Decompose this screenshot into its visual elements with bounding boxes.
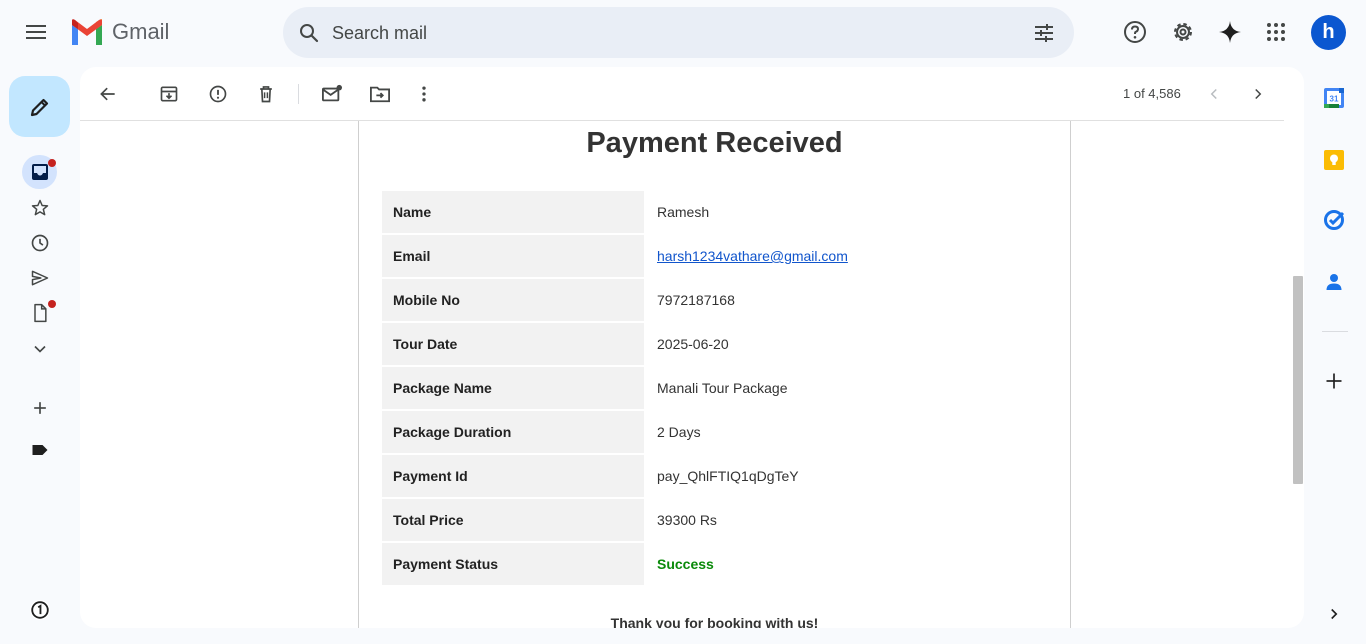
gmail-m-icon [72,19,102,45]
row-label: Package Name [382,367,644,409]
help-icon[interactable] [1123,20,1147,44]
row-value: 7972187168 [646,279,1048,321]
label-tag-icon[interactable] [28,438,52,462]
row-label: Tour Date [382,323,644,365]
upgrade-storage-icon[interactable] [28,598,52,622]
email-link[interactable]: harsh1234vathare@gmail.com [657,248,848,264]
calendar-day: 31 [1330,95,1339,104]
row-label: Payment Id [382,455,644,497]
row-label: Email [382,235,644,277]
row-value: pay_QhlFTIQ1qDgTeY [646,455,1048,497]
show-side-panel-chevron-icon[interactable] [1322,602,1346,626]
older-chevron-right-icon[interactable] [1246,82,1270,106]
move-to-folder-icon[interactable] [368,82,392,106]
google-apps-icon[interactable] [1264,20,1288,44]
calendar-app-icon[interactable]: 31 [1322,86,1346,110]
row-label: Total Price [382,499,644,541]
table-row: Package Duration 2 Days [382,411,1048,453]
email-frame-right-border [1070,121,1071,628]
email-body: Payment Received Name Ramesh Email harsh… [80,121,1290,628]
pencil-icon [30,98,48,116]
row-value: Ramesh [646,191,1048,233]
table-row: Package Name Manali Tour Package [382,367,1048,409]
contacts-app-icon[interactable] [1322,270,1346,294]
more-options-icon[interactable] [412,82,436,106]
row-value: 2 Days [646,411,1048,453]
side-panel-separator [1322,331,1348,332]
row-value: Manali Tour Package [646,367,1048,409]
table-row: Name Ramesh [382,191,1048,233]
report-spam-icon[interactable] [206,82,230,106]
app-name: Gmail [112,19,170,44]
row-label: Mobile No [382,279,644,321]
table-row: Email harsh1234vathare@gmail.com [382,235,1048,277]
drafts-unread-dot [48,300,56,308]
snoozed-clock-icon[interactable] [28,231,52,255]
back-arrow-icon[interactable] [96,82,120,106]
email-title: Payment Received [586,127,843,159]
top-bar: Gmail h [0,0,1366,64]
search-icon[interactable] [297,21,321,45]
search-options-icon[interactable] [1032,21,1056,45]
newer-chevron-left-icon[interactable] [1202,82,1226,106]
account-avatar[interactable]: h [1311,15,1346,50]
inbox-unread-dot [48,159,56,167]
mark-unread-icon[interactable] [320,82,344,106]
get-addons-plus-icon[interactable] [1322,369,1346,393]
message-count: 1 of 4,586 [1123,86,1181,101]
row-value: 39300 Rs [646,499,1048,541]
payment-details-table: Name Ramesh Email harsh1234vathare@gmail… [380,189,1050,587]
settings-gear-icon[interactable] [1171,20,1195,44]
row-value: 2025-06-20 [646,323,1048,365]
archive-icon[interactable] [157,82,181,106]
create-label-plus-icon[interactable] [28,396,52,420]
thank-you-message: Thank you for booking with us! [610,615,819,628]
tasks-app-icon[interactable] [1322,208,1346,232]
row-label: Name [382,191,644,233]
scrollbar-thumb[interactable] [1293,276,1303,484]
gmail-logo[interactable]: Gmail [70,18,169,46]
more-chevron-down-icon[interactable] [28,337,52,361]
compose-button[interactable] [9,76,70,137]
table-row: Payment Id pay_QhlFTIQ1qDgTeY [382,455,1048,497]
row-label: Payment Status [382,543,644,585]
table-row: Mobile No 7972187168 [382,279,1048,321]
search-bar[interactable] [283,7,1074,58]
message-toolbar: 1 of 4,586 [80,67,1304,121]
payment-status-value: Success [657,556,714,572]
sent-icon[interactable] [28,266,52,290]
keep-app-icon[interactable] [1322,148,1346,172]
table-row: Tour Date 2025-06-20 [382,323,1048,365]
search-input[interactable] [330,19,1014,47]
gemini-sparkle-icon[interactable] [1218,20,1242,44]
starred-icon[interactable] [28,196,52,220]
table-row: Payment Status Success [382,543,1048,585]
row-label: Package Duration [382,411,644,453]
main-menu-icon[interactable] [24,20,48,44]
message-view: 1 of 4,586 Payment Received Name Ramesh … [80,67,1304,628]
table-row: Total Price 39300 Rs [382,499,1048,541]
delete-trash-icon[interactable] [254,82,278,106]
email-frame-left-border [358,121,359,628]
row-value: Success [646,543,1048,585]
toolbar-separator [298,84,299,104]
row-value: harsh1234vathare@gmail.com [646,235,1048,277]
